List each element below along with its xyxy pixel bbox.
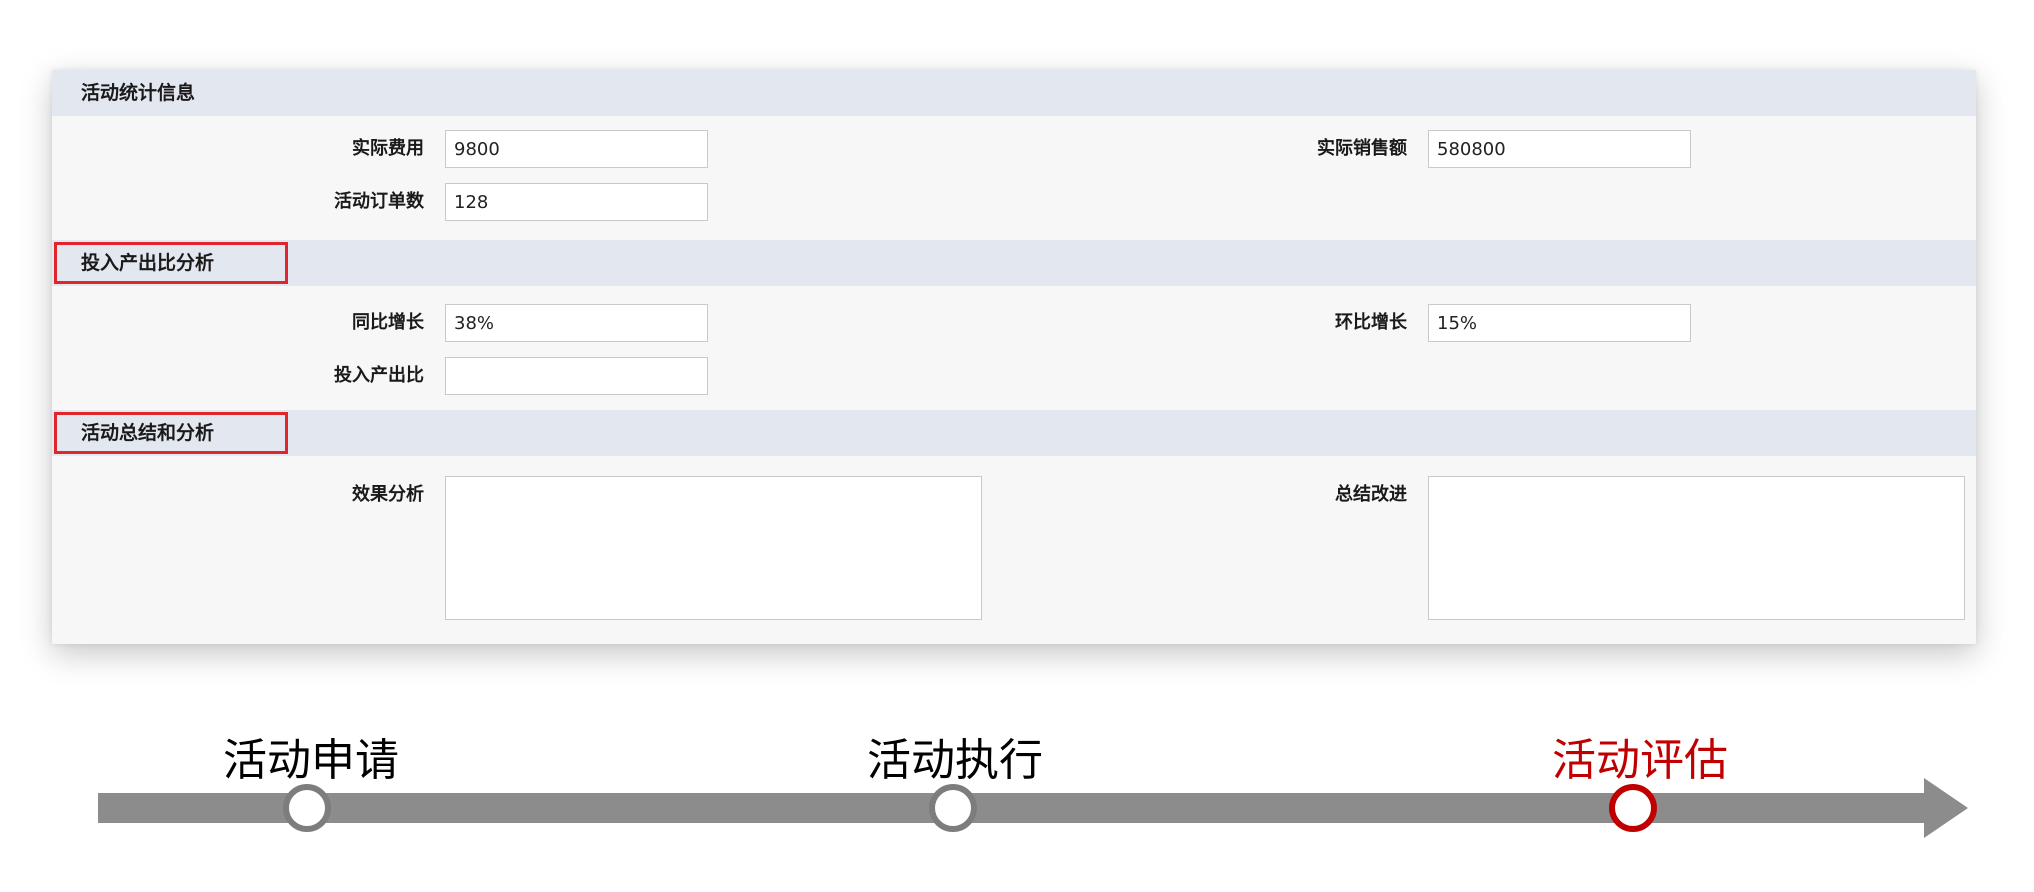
- timeline-step-3-node[interactable]: [1609, 784, 1657, 832]
- actual-cost-field[interactable]: [445, 130, 708, 168]
- timeline-step-2-node[interactable]: [929, 784, 977, 832]
- order-count-field[interactable]: [445, 183, 708, 221]
- effect-analysis-label: 效果分析: [352, 484, 424, 505]
- timeline-step-1-label: 活动申请: [223, 735, 399, 786]
- yoy-growth-label: 同比增长: [352, 312, 424, 333]
- actual-sales-label: 实际销售额: [1317, 138, 1407, 159]
- mom-growth-field[interactable]: [1428, 304, 1691, 342]
- yoy-growth-field[interactable]: [445, 304, 708, 342]
- timeline-step-1-node[interactable]: [283, 784, 331, 832]
- section-title-stats: 活动统计信息: [81, 82, 196, 104]
- improvement-label: 总结改进: [1335, 484, 1407, 505]
- timeline-step-2-label: 活动执行: [867, 735, 1043, 786]
- timeline-step-3-label: 活动评估: [1552, 735, 1728, 786]
- order-count-label: 活动订单数: [334, 191, 424, 212]
- actual-cost-label: 实际费用: [352, 138, 424, 159]
- timeline-arrow-head: [1924, 778, 1968, 838]
- actual-sales-field[interactable]: [1428, 130, 1691, 168]
- roi-ratio-label: 投入产出比: [334, 365, 424, 386]
- roi-ratio-field[interactable]: [445, 357, 708, 395]
- section-header-stats: 活动统计信息: [52, 70, 1976, 116]
- section-header-summary: 活动总结和分析: [52, 410, 1976, 456]
- summary-title-highlight-box: [54, 412, 288, 454]
- process-timeline: 活动申请 活动执行 活动评估: [0, 700, 2034, 892]
- improvement-textarea[interactable]: [1428, 476, 1965, 620]
- effect-analysis-textarea[interactable]: [445, 476, 982, 620]
- mom-growth-label: 环比增长: [1335, 312, 1407, 333]
- activity-form-panel: 活动统计信息 实际费用 实际销售额 活动订单数 投入产出比分析 同比增长 环比增…: [52, 70, 1976, 644]
- roi-title-highlight-box: [54, 242, 288, 284]
- section-header-roi: 投入产出比分析: [52, 240, 1976, 286]
